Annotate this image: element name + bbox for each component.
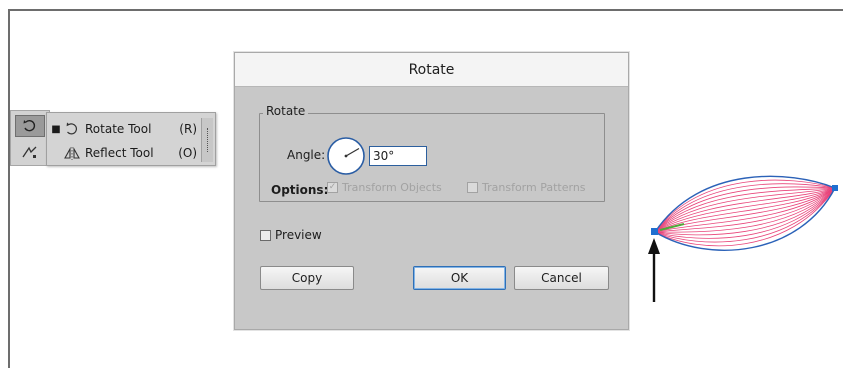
rotate-dialog: Rotate Rotate Angle: Options: ✓ Transfor… xyxy=(234,52,629,330)
preview-checkbox[interactable]: Preview xyxy=(260,228,322,242)
flyout-item-shortcut: (O) xyxy=(178,146,197,160)
transform-patterns-label: Transform Patterns xyxy=(482,181,586,194)
tool-flyout-menu: ■ Rotate Tool (R) Reflect Tool (O) xyxy=(46,112,216,166)
flyout-item-rotate-tool[interactable]: ■ Rotate Tool (R) xyxy=(51,118,201,140)
rotate-icon xyxy=(23,119,36,132)
scale-icon xyxy=(22,146,37,158)
tool-panel xyxy=(10,110,50,166)
transform-patterns-checkbox[interactable]: Transform Patterns xyxy=(467,181,586,194)
options-label: Options: xyxy=(271,183,329,197)
flyout-item-reflect-tool[interactable]: Reflect Tool (O) xyxy=(51,142,201,164)
dialog-title[interactable]: Rotate xyxy=(235,53,628,87)
selected-marker: ■ xyxy=(51,123,61,135)
grip-icon xyxy=(207,128,209,152)
scale-tool-button[interactable] xyxy=(15,141,45,163)
rotate-tool-button[interactable] xyxy=(15,115,45,137)
flyout-item-label: Rotate Tool xyxy=(85,122,152,136)
flyout-item-label: Reflect Tool xyxy=(85,146,154,160)
transform-objects-label: Transform Objects xyxy=(342,181,442,194)
reflect-icon xyxy=(64,146,80,160)
flyout-item-shortcut: (R) xyxy=(179,122,197,136)
flyout-tearoff-handle[interactable] xyxy=(201,118,213,162)
cancel-button[interactable]: Cancel xyxy=(514,266,609,290)
leaf-artwork[interactable] xyxy=(640,160,840,310)
transform-objects-checkbox[interactable]: ✓ Transform Objects xyxy=(327,181,442,194)
rotate-group-title: Rotate xyxy=(263,104,309,118)
checkbox-checked-icon: ✓ xyxy=(327,182,338,193)
anchor-point-left[interactable] xyxy=(651,228,658,235)
angle-input[interactable] xyxy=(369,146,427,166)
rotate-icon xyxy=(66,122,78,135)
leaf-fill-lines xyxy=(654,176,836,247)
checkbox-unchecked-icon xyxy=(467,182,478,193)
angle-label: Angle: xyxy=(287,148,326,162)
angle-dial[interactable] xyxy=(325,135,367,177)
up-arrow-icon xyxy=(648,238,660,302)
anchor-point-right[interactable] xyxy=(832,185,838,191)
preview-label: Preview xyxy=(275,228,322,242)
copy-button[interactable]: Copy xyxy=(260,266,354,290)
checkbox-unchecked-icon xyxy=(260,229,271,241)
ok-button[interactable]: OK xyxy=(413,266,506,290)
